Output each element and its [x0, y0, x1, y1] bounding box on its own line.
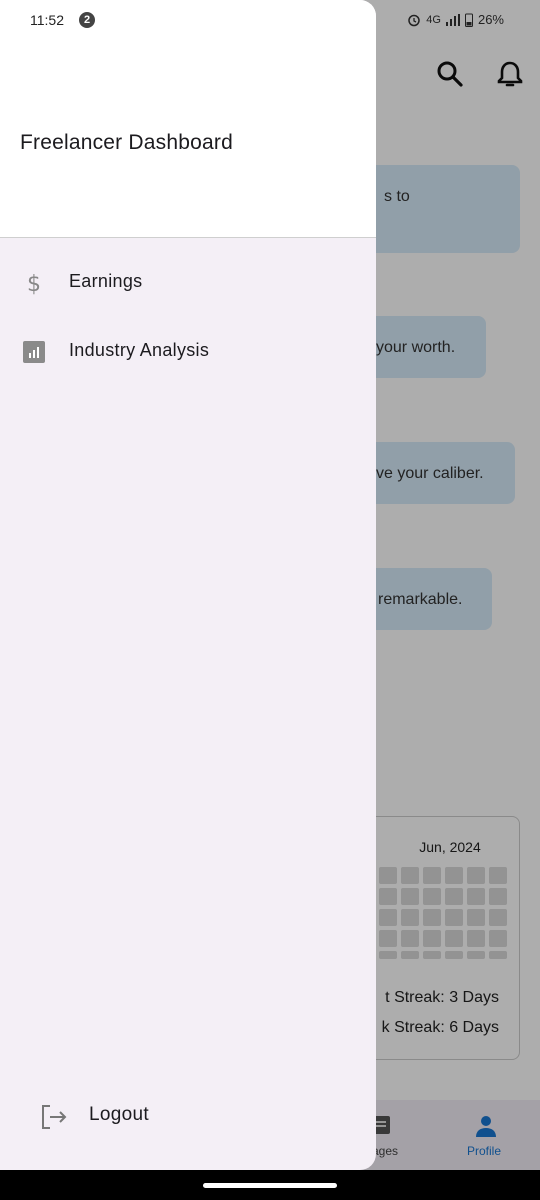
logout-label: Logout [89, 1104, 149, 1125]
dollar-icon: $ [27, 272, 41, 295]
notification-count-badge: 2 [79, 12, 95, 28]
network-type: 4G [426, 13, 441, 26]
menu-item-earnings[interactable]: $ Earnings [0, 253, 376, 313]
status-bar: 11:52 2 4G 26% [0, 0, 540, 40]
alarm-icon [408, 14, 421, 26]
status-time: 11:52 [30, 12, 64, 28]
logout-icon [42, 1105, 67, 1129]
logout-button[interactable]: Logout [20, 1084, 360, 1144]
bar-chart-icon [23, 341, 45, 363]
signal-icon [445, 13, 460, 26]
menu-item-label: Earnings [69, 271, 143, 291]
battery-percent: 26% [477, 12, 504, 27]
menu-item-label: Industry Analysis [69, 340, 210, 360]
battery-icon [464, 13, 473, 27]
home-indicator[interactable] [203, 1183, 337, 1188]
menu-item-industry-analysis[interactable]: Industry Analysis [0, 322, 376, 382]
navigation-drawer: Freelancer Dashboard $ Earnings Industry… [0, 0, 376, 1170]
system-navigation-bar [0, 1170, 540, 1200]
drawer-title: Freelancer Dashboard [20, 131, 233, 154]
svg-text:$: $ [27, 272, 41, 295]
status-icons: 4G 26% [407, 12, 504, 27]
